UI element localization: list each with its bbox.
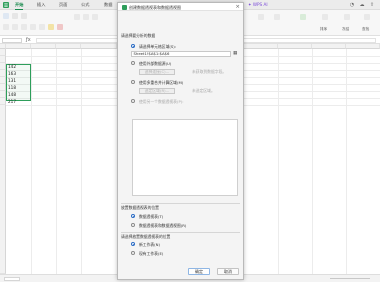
existing-worksheet-label[interactable]: 现有工作表(E) [139,251,163,257]
notification-icon[interactable]: ◔ [348,1,356,9]
sum-icon[interactable] [300,14,306,20]
format-painter-icon[interactable] [3,24,9,30]
format-icon[interactable] [258,14,264,20]
cloud-icon[interactable]: ☁ [358,1,366,9]
column-header-d[interactable] [81,44,117,49]
wps-logo-icon [3,2,9,8]
column-header-b[interactable] [31,44,56,49]
select-range-label[interactable]: 请选择单元格区域(S): [139,44,176,50]
gridline [278,49,279,274]
column-header-c[interactable] [56,44,81,49]
wps-ai-label: WPS AI [252,2,268,7]
cell-a6[interactable]: 118 [7,85,30,91]
insert-cells-icon[interactable] [274,14,280,20]
gridline [312,49,313,274]
create-pivot-table-dialog: 创建数据透视表和数据透视图 × 请选择要分析的数据 请选择单元格区域(S): S… [117,2,244,280]
tab-page[interactable]: 页面 [59,2,67,8]
radio-select-range[interactable] [131,44,135,48]
fx-icon[interactable]: ƒx [26,37,31,43]
select-region-button[interactable]: 选定区域(R)... [139,88,175,94]
sheet-tab[interactable] [4,277,20,281]
column-header-h[interactable] [244,44,278,49]
external-source-label[interactable]: 使用外部数据源(U) [139,61,171,67]
fill-color-icon[interactable] [48,24,54,30]
new-worksheet-label[interactable]: 新工作表(N) [139,242,160,248]
italic-icon[interactable] [21,24,27,30]
tab-insert[interactable]: 插入 [37,2,45,8]
no-region-text: 未选定区域。 [192,88,215,93]
range-input[interactable]: Sheet1!$A$1:$A$6 [131,51,231,57]
divider [121,232,240,233]
column-header-k[interactable] [346,44,380,49]
radio-pivot-table[interactable] [131,214,135,218]
radio-other-pivot[interactable] [131,99,135,103]
section-placement: 放置数据透视表的位置 [121,205,159,210]
column-header-i[interactable] [278,44,312,49]
cell-a3[interactable]: 142 [7,64,30,70]
ok-button[interactable]: 确定 [188,268,210,275]
border-icon[interactable] [39,24,45,30]
font-color-icon[interactable] [57,24,63,30]
radio-external-source[interactable] [131,61,135,65]
close-icon[interactable]: × [235,4,240,10]
radio-multi-range[interactable] [131,80,135,84]
row-header-2[interactable] [0,56,6,63]
divider [121,203,240,204]
paste-icon[interactable] [3,13,9,19]
copy-icon[interactable] [21,13,27,19]
row-header-rest[interactable] [0,105,6,274]
other-pivot-label[interactable]: 使用另一个数据透视表(P): [139,99,184,105]
cancel-button[interactable]: 取消 [217,268,239,275]
cell-a5[interactable]: 131 [7,78,30,84]
align-center-icon[interactable] [83,14,89,20]
cut-icon[interactable] [12,13,18,19]
section-location: 请选择放置数据透视表的位置 [121,234,171,239]
tab-data[interactable]: 数据 [104,2,112,8]
tab-formula[interactable]: 公式 [81,2,89,8]
gridline [31,49,32,274]
freeze-icon[interactable] [344,14,350,20]
tab-home[interactable]: 开始 [15,2,24,10]
cell-a4[interactable]: 163 [7,71,30,77]
dialog-title-bar: 创建数据透视表和数据透视图 × [118,3,243,11]
pivot-table-listbox[interactable] [132,119,238,196]
align-left-icon[interactable] [74,14,80,20]
freeze-label[interactable]: 冻结 [342,27,349,32]
column-header-a[interactable] [6,44,31,49]
gridline [346,49,347,274]
radio-new-worksheet[interactable] [131,242,135,246]
gridline [81,49,82,274]
cell-a7[interactable]: 148 [7,92,30,98]
column-header-j[interactable] [312,44,346,49]
zoom-slider[interactable] [330,277,370,279]
find-icon[interactable] [364,14,370,20]
choose-connection-button[interactable]: 选择连接(C)... [139,69,175,75]
radio-existing-worksheet[interactable] [131,251,135,255]
cell-a8[interactable]: 217 [7,99,30,105]
range-picker-icon[interactable]: ▦ [233,51,237,56]
find-label[interactable]: 查找 [362,27,369,32]
multi-range-label[interactable]: 使用多重合并计算区域(M) [139,80,183,86]
section-data-source: 请选择要分析的数据 [121,33,156,38]
bold-icon[interactable] [12,24,18,30]
share-icon[interactable]: ⇪ [368,1,376,9]
align-right-icon[interactable] [92,14,98,20]
no-field-text: 未获取到数据字段。 [192,69,227,74]
pivot-table-label[interactable]: 数据透视表(T) [139,214,163,220]
name-box[interactable] [2,37,22,43]
gridline [56,49,57,274]
dialog-title: 创建数据透视表和数据透视图 [129,4,181,10]
pivot-table-icon [122,4,127,10]
sort-label[interactable]: 排序 [320,27,327,32]
wps-ai-button[interactable]: ✦ WPS AI [248,2,268,8]
radio-pivot-table-chart[interactable] [131,223,135,227]
pivot-table-chart-label[interactable]: 数据透视表和数据透视图(R) [139,223,186,229]
underline-icon[interactable] [30,24,36,30]
sort-icon[interactable] [322,14,328,20]
row-header-1[interactable] [0,49,6,56]
